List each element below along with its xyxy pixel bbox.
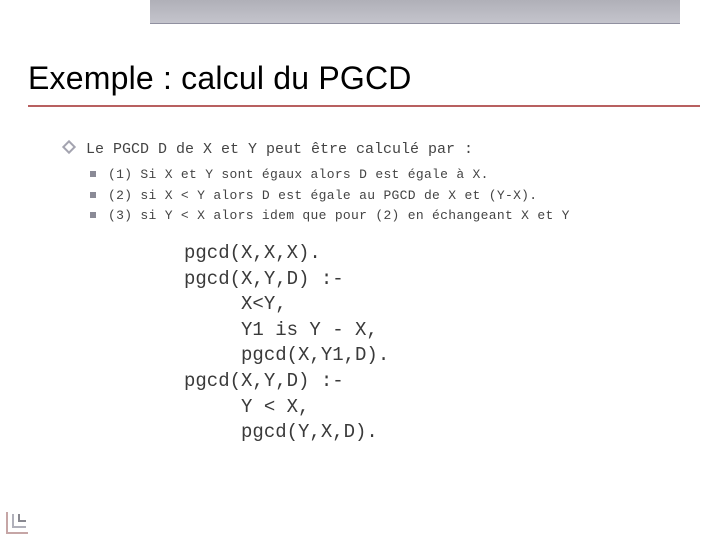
top-band-inner (150, 0, 680, 24)
sub-bullet-list: (1) Si X et Y sont égaux alors D est éga… (90, 166, 700, 225)
sub-bullet-text: (1) Si X et Y sont égaux alors D est éga… (108, 167, 489, 182)
title-underline (28, 105, 700, 107)
diamond-bullet-icon (62, 140, 76, 154)
top-decorative-band (0, 0, 720, 24)
sub-bullet-text: (2) si X < Y alors D est égale au PGCD d… (108, 188, 537, 203)
sub-bullet-text: (3) si Y < X alors idem que pour (2) en … (108, 208, 570, 223)
slide-title: Exemple : calcul du PGCD (28, 60, 412, 97)
list-item: (3) si Y < X alors idem que pour (2) en … (90, 207, 700, 225)
square-bullet-icon (90, 171, 96, 177)
code-block: pgcd(X,X,X). pgcd(X,Y,D) :- X<Y, Y1 is Y… (184, 241, 700, 446)
slide-content: Le PGCD D de X et Y peut être calculé pa… (64, 140, 700, 446)
bullet-main-text: Le PGCD D de X et Y peut être calculé pa… (86, 141, 473, 158)
square-bullet-icon (90, 212, 96, 218)
square-bullet-icon (90, 192, 96, 198)
list-item: (1) Si X et Y sont égaux alors D est éga… (90, 166, 700, 184)
list-item: (2) si X < Y alors D est égale au PGCD d… (90, 187, 700, 205)
bullet-main: Le PGCD D de X et Y peut être calculé pa… (64, 140, 700, 160)
corner-decoration-icon (6, 492, 48, 534)
